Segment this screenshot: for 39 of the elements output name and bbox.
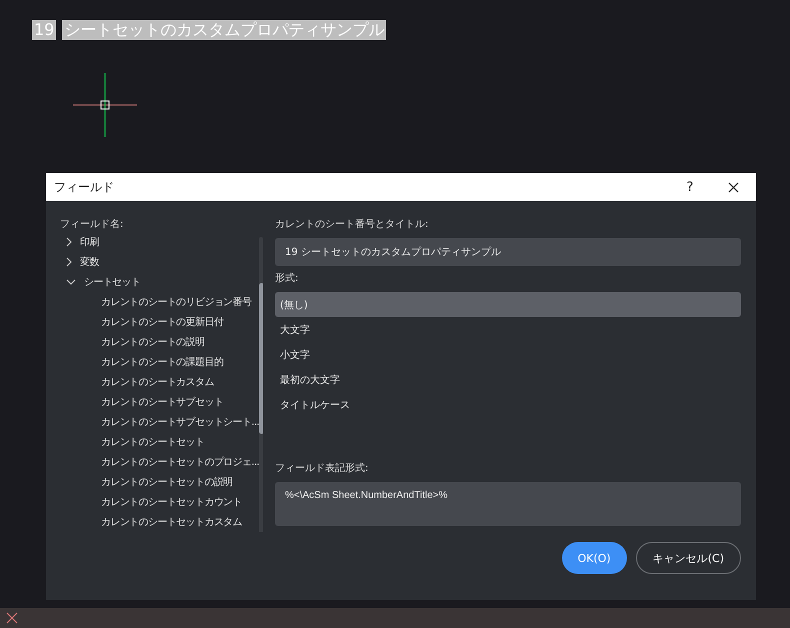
tree-item[interactable]: カレントのシートセットカスタム [101, 515, 242, 529]
tree-item[interactable]: 変数 [80, 255, 99, 269]
tree-item[interactable]: カレントのシートセットのプロジェ... [101, 455, 260, 469]
dialog-title: フィールド [54, 178, 115, 196]
close-icon [728, 182, 738, 192]
field-names-label: フィールド名: [60, 218, 124, 232]
help-button[interactable]: ? [670, 173, 710, 201]
tree-item[interactable]: カレントのシートカスタム [101, 375, 214, 389]
tree-item[interactable]: カレントのシートサブセットシート... [101, 415, 260, 429]
cancel-button[interactable]: キャンセル(C) [636, 542, 741, 574]
tree-item[interactable]: カレントのシートのリビジョン番号 [101, 295, 252, 309]
format-option[interactable]: 小文字 [275, 342, 741, 367]
chevron-right-icon[interactable] [66, 257, 72, 267]
tree-item[interactable]: カレントのシートの説明 [101, 335, 204, 349]
tree-item[interactable]: カレントのシートの更新日付 [101, 315, 224, 329]
cross-icon [6, 612, 18, 624]
expression-field[interactable]: %<\AcSm Sheet.NumberAndTitle>% [275, 482, 741, 526]
scrollbar-thumb[interactable] [259, 283, 263, 434]
value-label: カレントのシート番号とタイトル: [275, 218, 430, 232]
tree-item[interactable]: 印刷 [80, 235, 99, 249]
format-option[interactable]: 大文字 [275, 317, 741, 342]
tree-item[interactable]: シートセット [84, 275, 140, 289]
expression-label: フィールド表記形式: [275, 462, 370, 476]
tree-item[interactable]: カレントのシートサブセット [101, 395, 224, 409]
tree-item[interactable]: カレントのシートセットカウント [101, 495, 242, 509]
sheet-number: 19 [32, 20, 56, 40]
crosshair-cursor-icon [73, 73, 137, 137]
format-label: 形式: [275, 272, 300, 286]
format-option[interactable]: タイトルケース [275, 392, 741, 417]
tree-item[interactable]: カレントのシートセット [101, 435, 204, 449]
sheet-title: シートセットのカスタムプロパティサンプル [62, 20, 386, 40]
format-option[interactable]: 最初の大文字 [275, 367, 741, 392]
scrollbar-track[interactable] [259, 237, 263, 532]
chevron-right-icon[interactable] [66, 237, 72, 247]
chevron-down-icon[interactable] [66, 279, 76, 285]
format-option[interactable]: (無し) [275, 292, 741, 317]
tree-item[interactable]: カレントのシートの課題目的 [101, 355, 224, 369]
tree-item[interactable]: カレントのシートセットの説明 [101, 475, 233, 489]
value-field: 19 シートセットのカスタムプロパティサンプル [275, 238, 741, 266]
